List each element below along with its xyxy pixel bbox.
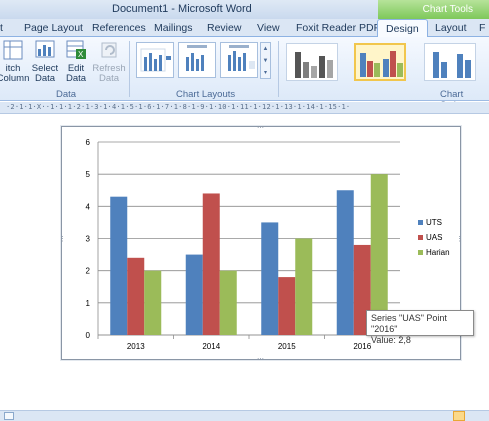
status-bar: [0, 410, 489, 421]
y-tick-label: 2: [86, 267, 91, 276]
legend-swatch-uas: [418, 235, 423, 240]
chart-layout-1[interactable]: [136, 42, 174, 78]
group-separator: [278, 41, 279, 97]
bar-harian-2014: [219, 270, 237, 335]
legend-label-harian: Harian: [426, 248, 450, 257]
switch-row-column-label-2: Column: [0, 73, 30, 84]
switch-row-column-button[interactable]: itch Column: [0, 39, 30, 84]
tab-mailings[interactable]: Mailings: [154, 22, 193, 34]
bar-harian-2013: [144, 270, 162, 335]
chart-tools-band: Chart Tools: [378, 0, 489, 19]
refresh-data-icon: [98, 39, 120, 61]
resize-handle-right[interactable]: ⋮: [456, 235, 463, 243]
x-tick-label: 2013: [127, 342, 145, 351]
bar-uts-2013: [110, 196, 128, 335]
legend-swatch-harian: [418, 250, 423, 255]
select-data-label-2: Data: [34, 73, 56, 84]
bar-harian-2015: [295, 238, 313, 335]
ribbon-tabs: t Page Layout References Mailings Review…: [0, 19, 489, 56]
resize-handle-left[interactable]: ⋮: [59, 235, 66, 243]
group-separator: [129, 41, 130, 97]
y-tick-label: 3: [86, 235, 91, 244]
bar-uas-2014: [202, 193, 220, 335]
refresh-data-label-2: Data: [98, 73, 120, 84]
select-data-icon: [34, 39, 56, 61]
switch-row-column-icon: [2, 39, 24, 61]
ribbon: itch Column Select Data X Edit Data Refr…: [0, 37, 489, 111]
tab-format[interactable]: F: [479, 22, 485, 34]
tab-layout[interactable]: Layout: [435, 22, 467, 34]
chart-style-3[interactable]: [424, 43, 476, 81]
x-tick-label: 2016: [353, 342, 371, 351]
bar-uas-2015: [278, 277, 296, 335]
tab-page-layout[interactable]: Page Layout: [24, 22, 83, 34]
y-tick-label: 5: [86, 170, 91, 179]
tooltip-series-point: Series "UAS" Point "2016": [371, 313, 447, 334]
chart-style-1[interactable]: [286, 43, 338, 81]
svg-text:X: X: [78, 50, 84, 59]
proofing-icon[interactable]: [4, 412, 14, 420]
window-title: Document1 - Microsoft Word: [112, 3, 252, 15]
chart-layout-2[interactable]: [178, 42, 216, 78]
legend-label-uas: UAS: [426, 233, 442, 242]
chart-layout-3[interactable]: [220, 42, 258, 78]
y-tick-label: 4: [86, 202, 91, 211]
bar-uts-2014: [185, 254, 203, 335]
layouts-gallery-more-button[interactable]: ▲ ▼ ▾: [260, 42, 271, 79]
x-tick-label: 2014: [202, 342, 220, 351]
edit-data-button[interactable]: X Edit Data: [62, 39, 90, 84]
tab-insert[interactable]: t: [0, 22, 3, 34]
chart-tooltip: Series "UAS" Point "2016" Value: 2,8: [366, 310, 474, 345]
x-tick-label: 2015: [278, 342, 296, 351]
y-tick-label: 1: [86, 299, 91, 308]
refresh-data-button[interactable]: Refresh Data: [92, 39, 126, 84]
data-group-label: Data: [56, 89, 77, 100]
bar-uts-2016: [336, 190, 354, 335]
bar-uts-2015: [261, 222, 279, 335]
y-tick-label: 0: [86, 331, 91, 340]
bar-uas-2013: [127, 257, 145, 335]
chart-layouts-group-label: Chart Layouts: [176, 89, 236, 100]
edit-data-icon: X: [65, 39, 87, 61]
ruler-scale: ·2·1·1·X··1·1·1·2·1·3·1·4·1·5·1·6·1·7·1·…: [6, 103, 351, 111]
tab-review[interactable]: Review: [207, 22, 241, 34]
chart-tools-label: Chart Tools: [422, 4, 473, 15]
chart-style-2[interactable]: [354, 43, 406, 81]
resize-handle-top[interactable]: ⋯: [257, 124, 264, 132]
legend-label-uts: UTS: [426, 218, 442, 227]
tab-view[interactable]: View: [257, 22, 280, 34]
tab-references[interactable]: References: [92, 22, 146, 34]
legend-swatch-uts: [418, 220, 423, 225]
view-print-layout-icon[interactable]: [453, 411, 465, 421]
y-tick-label: 6: [86, 138, 91, 147]
edit-data-label-2: Data: [65, 73, 87, 84]
tab-design[interactable]: Design: [377, 19, 428, 38]
tooltip-value: Value: 2,8: [371, 335, 411, 345]
resize-handle-bottom[interactable]: ⋯: [257, 355, 264, 363]
select-data-button[interactable]: Select Data: [30, 39, 60, 84]
tab-foxit-reader[interactable]: Foxit Reader PDF: [296, 22, 380, 34]
horizontal-ruler[interactable]: ·2·1·1·X··1·1·1·2·1·3·1·4·1·5·1·6·1·7·1·…: [0, 102, 489, 114]
